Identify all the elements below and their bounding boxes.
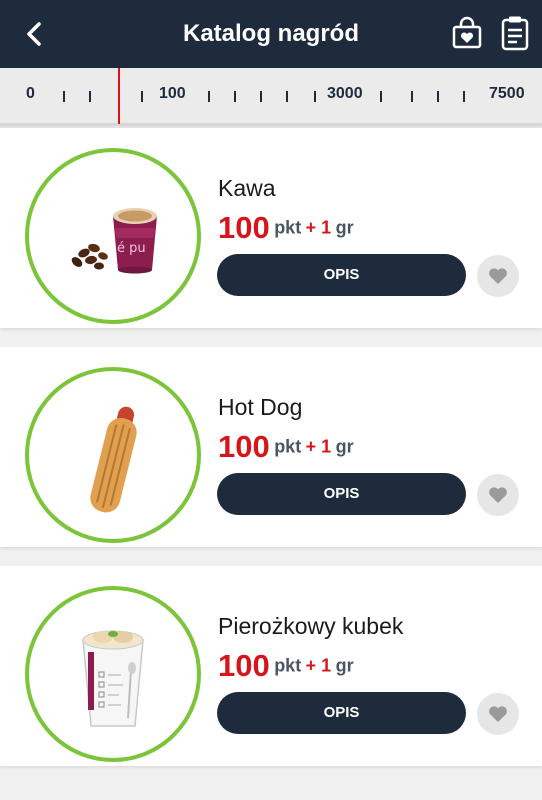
- price-points: 100: [218, 648, 270, 683]
- heart-icon: [489, 268, 507, 284]
- price-points-unit: pkt: [274, 655, 302, 676]
- price-extra: + 1: [305, 655, 332, 676]
- product-price: 100 pkt + 1 gr: [218, 429, 354, 465]
- cart-button[interactable]: [449, 14, 485, 52]
- ruler-label-100: 100: [159, 85, 186, 102]
- ruler-label-3000: 3000: [327, 85, 363, 102]
- product-card-kawa: é pu Kawa 100 pkt + 1 gr OPIS: [0, 128, 542, 328]
- favorite-button[interactable]: [477, 693, 519, 735]
- ruler-tick: [63, 91, 65, 102]
- price-extra-unit: gr: [335, 217, 354, 238]
- description-button[interactable]: OPIS: [217, 473, 466, 515]
- price-extra: + 1: [305, 217, 332, 238]
- product-image: [25, 586, 201, 762]
- product-name: Hot Dog: [218, 394, 303, 420]
- product-name: Pierożkowy kubek: [218, 613, 404, 639]
- ruler-label-7500: 7500: [489, 85, 525, 102]
- ruler-tick: [286, 91, 288, 102]
- favorite-button[interactable]: [477, 474, 519, 516]
- ruler-tick: [89, 91, 91, 102]
- ruler-label-0: 0: [26, 85, 35, 102]
- clipboard-icon: [501, 16, 529, 51]
- favorite-button[interactable]: [477, 255, 519, 297]
- heart-icon: [489, 706, 507, 722]
- price-points: 100: [218, 429, 270, 464]
- product-name: Kawa: [218, 175, 276, 201]
- dumpling-cup-image: [82, 630, 144, 727]
- price-extra-unit: gr: [335, 436, 354, 457]
- ruler-tick: [380, 91, 382, 102]
- hot-dog-image: [90, 406, 137, 513]
- ruler-tick: [141, 91, 143, 102]
- description-button[interactable]: OPIS: [217, 254, 466, 296]
- price-extra-unit: gr: [335, 655, 354, 676]
- shopping-bag-heart-icon: [452, 16, 482, 49]
- price-points: 100: [218, 210, 270, 245]
- points-ruler[interactable]: 0 100 3000 7500: [0, 68, 542, 124]
- ruler-tick: [234, 91, 236, 102]
- price-points-unit: pkt: [274, 436, 302, 457]
- ruler-tick: [437, 91, 439, 102]
- product-card-hot-dog: Hot Dog 100 pkt + 1 gr OPIS: [0, 347, 542, 547]
- price-extra: + 1: [305, 436, 332, 457]
- product-image: é pu: [25, 148, 201, 324]
- top-bar: Katalog nagród: [0, 0, 542, 68]
- ruler-tick: [463, 91, 465, 102]
- description-button[interactable]: OPIS: [217, 692, 466, 734]
- product-price: 100 pkt + 1 gr: [218, 648, 354, 684]
- orders-button[interactable]: [497, 14, 533, 52]
- product-price: 100 pkt + 1 gr: [218, 210, 354, 246]
- product-image: [25, 367, 201, 543]
- coffee-cup-image: é pu: [71, 208, 157, 274]
- ruler-tick: [411, 91, 413, 102]
- price-points-unit: pkt: [274, 217, 302, 238]
- product-card-pierozkowy-kubek: Pierożkowy kubek 100 pkt + 1 gr OPIS: [0, 566, 542, 766]
- ruler-tick: [314, 91, 316, 102]
- heart-icon: [489, 487, 507, 503]
- points-marker: [118, 68, 120, 124]
- svg-text:é pu: é pu: [117, 241, 146, 256]
- ruler-tick: [208, 91, 210, 102]
- ruler-tick: [260, 91, 262, 102]
